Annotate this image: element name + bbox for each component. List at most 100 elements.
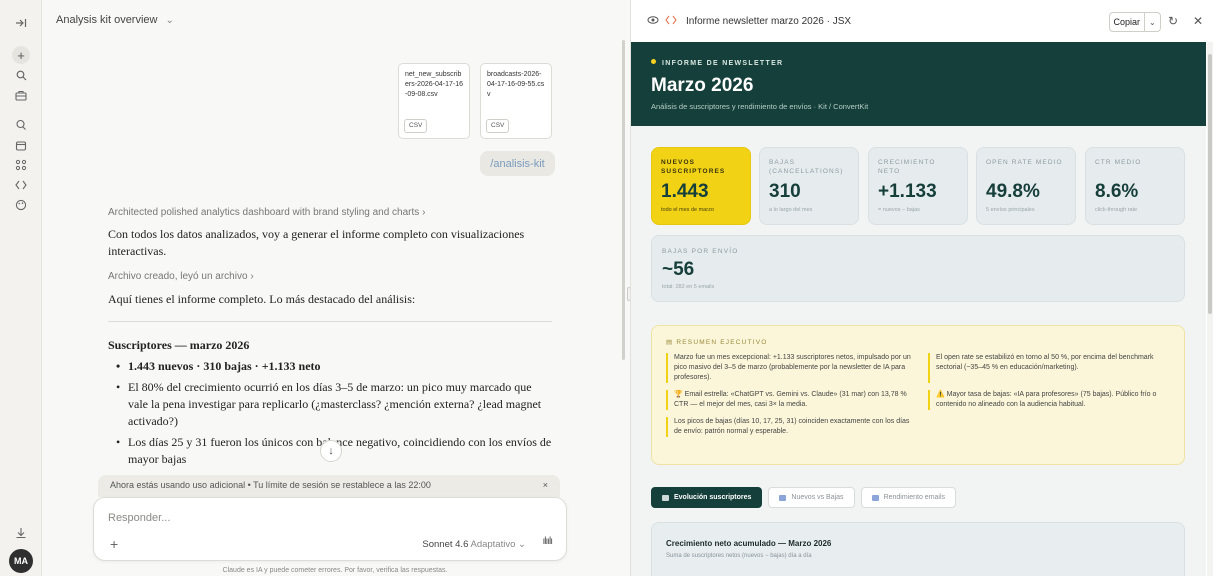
divider — [108, 321, 552, 322]
report-title: Marzo 2026 — [651, 75, 754, 96]
attachment-file-name: broadcasts-2026-04-17-16-09-55.csv — [487, 71, 545, 98]
user-message: /analisis-kit — [480, 151, 555, 176]
conversation-title[interactable]: Analysis kit overview ⌄ — [56, 14, 174, 26]
clipboard-icon: ▤ — [666, 339, 677, 346]
attachment-file-card[interactable]: broadcasts-2026-04-17-16-09-55.csv CSV — [480, 63, 552, 139]
chevron-down-icon: ⌄ — [165, 14, 174, 26]
kpi-note: 5 envíos principales — [986, 207, 1035, 213]
kpi-card-open-rate: OPEN RATE MEDIO 49.8% 5 envíos principal… — [976, 147, 1076, 225]
kpi-note: a lo largo del mes — [769, 207, 813, 213]
kpi-value: 310 — [769, 181, 801, 202]
file-type-badge: CSV — [404, 119, 428, 133]
tab-new-vs-cancellations[interactable]: Nuevos vs Bajas — [768, 487, 855, 508]
kpi-value: 1.443 — [661, 181, 709, 202]
code-view-icon[interactable] — [665, 15, 677, 28]
model-selector[interactable]: Sonnet 4.6 Adaptativo ⌄ — [422, 539, 526, 550]
artifact-panel: Informe newsletter marzo 2026 · JSX Copi… — [630, 0, 1213, 576]
file-action-toggle[interactable]: Archivo creado, leyó un archivo › — [108, 271, 254, 282]
artifact-title: Informe newsletter marzo 2026 · JSX — [686, 16, 852, 27]
model-name: Sonnet 4.6 — [422, 539, 469, 550]
usage-notice-text: Ahora estás usando uso adicional • Tu lí… — [110, 480, 431, 490]
kpi-label: BAJAS POR ENVÍO — [662, 248, 739, 255]
close-icon[interactable]: ✕ — [1193, 14, 1203, 28]
kpi-card-new-subscribers: NUEVOS SUSCRIPTORES 1.443 todo el mes de… — [651, 147, 751, 225]
scrollbar-thumb[interactable] — [1208, 54, 1212, 314]
close-notice-button[interactable]: × — [543, 480, 548, 490]
scroll-down-button[interactable]: ↓ — [320, 440, 342, 462]
report-eyebrow-text: INFORME DE NEWSLETTER — [662, 60, 784, 67]
artifacts-icon[interactable] — [12, 156, 30, 174]
tab-label: Evolución suscriptores — [674, 494, 752, 501]
app-window: + MA Analysis kit overview ⌄ net_new_sub… — [0, 0, 1213, 576]
kpi-card-net-growth: CRECIMIENTO NETO +1.133 = nuevos − bajas — [868, 147, 968, 225]
search-icon[interactable] — [12, 66, 30, 84]
kpi-label: CTR MEDIO — [1095, 159, 1142, 166]
chat-scrollbar[interactable] — [622, 40, 625, 360]
left-rail: + MA — [0, 0, 42, 576]
conversation-title-text: Analysis kit overview — [56, 14, 158, 26]
chart-card: Crecimiento neto acumulado — Marzo 2026 … — [651, 522, 1185, 576]
arrow-down-icon: ↓ — [328, 445, 334, 457]
add-attachment-button[interactable]: + — [110, 536, 118, 552]
voice-input-icon[interactable]: ılıılı — [542, 536, 553, 547]
kpi-label: NUEVOS SUSCRIPTORES — [661, 159, 726, 175]
disclaimer: Claude es IA y puede cometer errores. Po… — [222, 567, 448, 574]
summary-title-text: RESUMEN EJECUTIVO — [676, 339, 768, 346]
chat-panel: Analysis kit overview ⌄ net_new_subscrib… — [42, 0, 628, 576]
attachment-file-card[interactable]: net_new_subscribers-2026-04-17-16-09-08.… — [398, 63, 470, 139]
kpi-note: total: 282 en 5 emails — [662, 284, 715, 290]
tab-subscriber-evolution[interactable]: Evolución suscriptores — [651, 487, 763, 508]
kpi-value: ~56 — [662, 259, 695, 280]
new-chat-icon[interactable]: + — [12, 46, 30, 64]
chart-subtitle: Suma de suscriptores netos (nuevos − baj… — [666, 553, 812, 559]
chevron-right-icon: › — [422, 207, 426, 218]
section-heading: Suscriptores — marzo 2026 — [108, 338, 250, 352]
attachment-file-name: net_new_subscribers-2026-04-17-16-09-08.… — [405, 71, 463, 98]
avatar[interactable]: MA — [9, 549, 33, 573]
chats-icon[interactable] — [12, 116, 30, 134]
summary-item: 🏆 Email estrella: «ChatGPT vs. Gemini vs… — [666, 390, 916, 410]
kpi-value: +1.133 — [878, 181, 937, 202]
refresh-icon[interactable]: ↻ — [1168, 14, 1178, 28]
kpi-label: CRECIMIENTO NETO — [878, 159, 936, 175]
list-item: 1.443 nuevos · 310 bajas · +1.133 neto — [114, 358, 554, 375]
tab-label: Rendimiento emails — [883, 494, 946, 501]
briefcase-icon[interactable] — [12, 86, 30, 104]
chevron-down-icon[interactable]: ⌄ — [1145, 18, 1160, 27]
artifact-scrollbar[interactable] — [1207, 42, 1213, 576]
artifact-header: Informe newsletter marzo 2026 · JSX Copi… — [631, 0, 1213, 42]
summary-title: ▤ RESUMEN EJECUTIVO — [666, 338, 1170, 346]
eye-icon[interactable] — [647, 15, 659, 28]
summary-item: ⚠️ Mayor tasa de bajas: «IA para profeso… — [928, 390, 1178, 410]
reply-input[interactable]: Responder... — [108, 512, 170, 524]
highlight-intro-text: Aquí tienes el informe completo. Lo más … — [108, 292, 416, 306]
summary-item: El open rate se estabilizó en torno al 5… — [928, 353, 1178, 383]
kpi-card-cancellations: BAJAS (CANCELLATIONS) 310 a lo largo del… — [759, 147, 859, 225]
palette-icon[interactable] — [12, 196, 30, 214]
chevron-right-icon: › — [250, 271, 254, 282]
copy-button[interactable]: Copiar ⌄ — [1109, 12, 1161, 32]
chart-tabs: Evolución suscriptores Nuevos vs Bajas R… — [651, 487, 957, 508]
tab-email-performance[interactable]: Rendimiento emails — [860, 487, 957, 508]
download-icon[interactable] — [12, 524, 30, 542]
kpi-label: OPEN RATE MEDIO — [986, 159, 1063, 166]
code-icon[interactable] — [12, 176, 30, 194]
kpi-note: = nuevos − bajas — [878, 207, 920, 213]
kpi-card-ctr: CTR MEDIO 8.6% click-through rate — [1085, 147, 1185, 225]
summary-item: Marzo fue un mes excepcional: +1.133 sus… — [666, 353, 916, 383]
bar-chart-icon — [779, 494, 787, 501]
kpi-value: 49.8% — [986, 181, 1040, 202]
file-type-badge: CSV — [486, 119, 510, 133]
yellow-dot-icon — [651, 59, 656, 64]
kpi-note: click-through rate — [1095, 207, 1138, 213]
expand-sidebar-icon[interactable] — [12, 14, 30, 32]
kpi-value: 8.6% — [1095, 181, 1139, 202]
mail-icon — [871, 494, 879, 501]
thinking-summary-toggle[interactable]: Architected polished analytics dashboard… — [108, 207, 425, 218]
chevron-down-icon: ⌄ — [518, 539, 526, 550]
projects-icon[interactable] — [12, 136, 30, 154]
summary-item: Los picos de bajas (días 10, 17, 25, 31)… — [666, 417, 916, 437]
tab-label: Nuevos vs Bajas — [791, 494, 844, 501]
file-action-text: Archivo creado, leyó un archivo — [108, 271, 248, 282]
chart-icon — [662, 494, 669, 501]
